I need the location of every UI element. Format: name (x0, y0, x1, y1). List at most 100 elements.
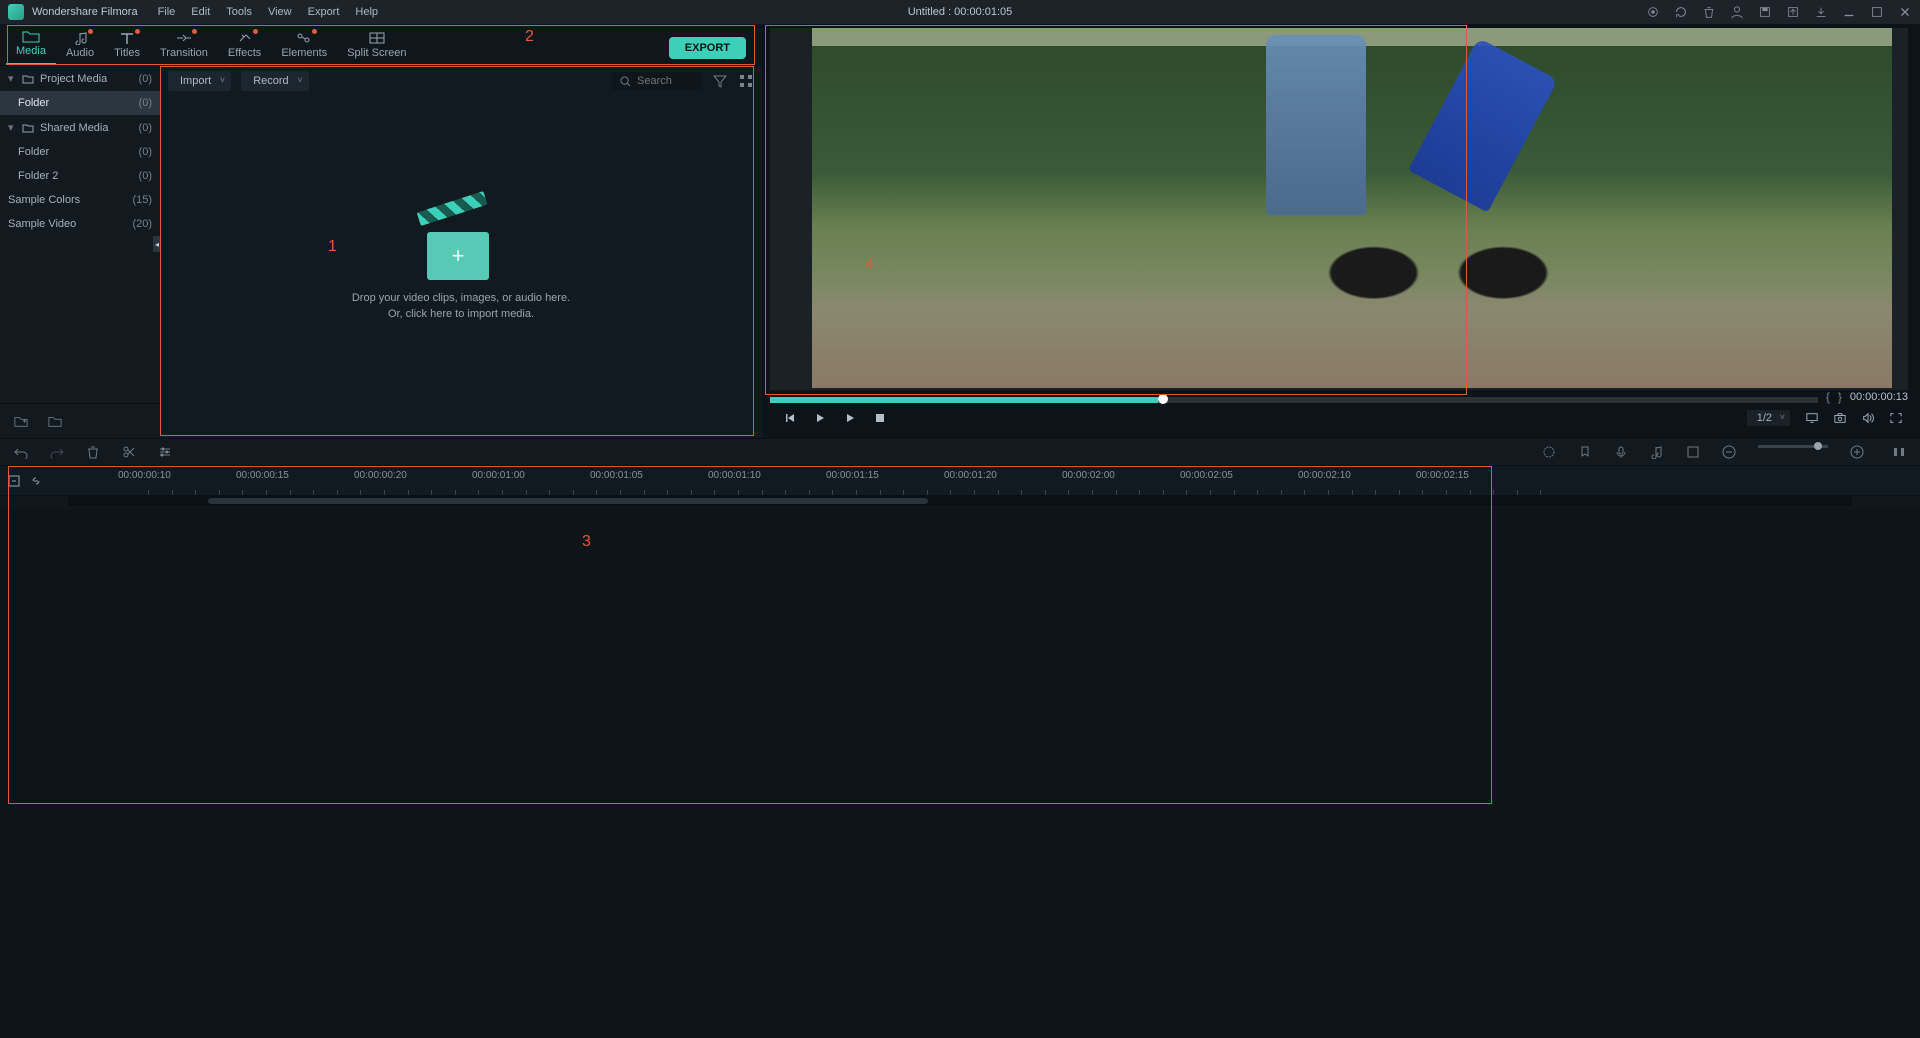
media-bin: Import Record + Drop your video (160, 66, 762, 438)
prev-frame-icon[interactable] (784, 412, 796, 424)
minimize-icon[interactable] (1842, 5, 1856, 19)
save-icon[interactable] (1758, 5, 1772, 19)
ruler-tick: 00:00:00:20 (354, 470, 407, 481)
ruler-tick: 00:00:01:20 (944, 470, 997, 481)
ruler-tick: 00:00:02:00 (1062, 470, 1115, 481)
voiceover-icon[interactable] (1614, 445, 1628, 459)
ruler-tick: 00:00:02:10 (1298, 470, 1351, 481)
timeline-toolbar (0, 438, 1920, 466)
play-pause-icon[interactable] (814, 412, 826, 424)
download-icon[interactable] (1814, 5, 1828, 19)
tab-elements[interactable]: Elements (271, 27, 337, 65)
menu-export[interactable]: Export (308, 6, 340, 18)
clapper-icon: + (427, 212, 495, 280)
ruler-tick: 00:00:00:10 (118, 470, 171, 481)
zoom-fit-icon[interactable] (1892, 445, 1906, 459)
tab-titles[interactable]: Titles (104, 27, 150, 65)
new-folder-icon[interactable] (14, 414, 28, 428)
menu-tools[interactable]: Tools (226, 6, 252, 18)
sidebar-item-folder[interactable]: Folder(0) (0, 91, 160, 115)
timeline-ruler[interactable]: 00:00:00:10 00:00:00:15 00:00:00:20 00:00:0… (0, 466, 1920, 496)
menu-file[interactable]: File (158, 6, 176, 18)
marker-icon[interactable] (1578, 445, 1592, 459)
media-sidebar: ▾ Project Media(0) Folder(0) ▾ Shared Me… (0, 66, 160, 438)
document-title: Untitled : 00:00:01:05 (908, 6, 1013, 18)
trash-icon[interactable] (1702, 5, 1716, 19)
import-dropdown[interactable]: Import (168, 71, 231, 91)
maximize-icon[interactable] (1870, 5, 1884, 19)
tab-split-screen[interactable]: Split Screen (337, 27, 416, 65)
preview-frame (812, 28, 1892, 388)
filter-icon[interactable] (712, 73, 728, 89)
open-icon[interactable] (1786, 5, 1800, 19)
menubar: File Edit Tools View Export Help (158, 6, 378, 18)
snapshot-icon[interactable] (1834, 412, 1846, 424)
sidebar-item-sample-video[interactable]: Sample Video(20) (0, 212, 160, 236)
tab-audio[interactable]: Audio (56, 27, 104, 65)
adjust-icon[interactable] (158, 445, 172, 459)
ruler-tick: 00:00:01:10 (708, 470, 761, 481)
ruler-tick: 00:00:01:05 (590, 470, 643, 481)
app-logo-icon (8, 4, 24, 20)
media-drop-zone[interactable]: + Drop your video clips, images, or audi… (160, 96, 762, 438)
redo-icon[interactable] (50, 445, 64, 459)
annotation-1: 1 (328, 238, 337, 256)
menu-view[interactable]: View (268, 6, 292, 18)
preview-duration: 00:00:00:13 (1850, 391, 1908, 403)
scrub-bar[interactable] (770, 397, 1818, 403)
menu-edit[interactable]: Edit (191, 6, 210, 18)
refresh-icon[interactable] (1674, 5, 1688, 19)
sidebar-collapse-icon[interactable]: ◂ (153, 236, 161, 252)
sidebar-item-sample-colors[interactable]: Sample Colors(15) (0, 188, 160, 212)
asset-tabs: Media Audio Titles Transition Effects El… (0, 24, 762, 66)
render-icon[interactable] (1542, 445, 1556, 459)
audio-mixer-icon[interactable] (1650, 445, 1664, 459)
preview-viewport[interactable] (770, 28, 1908, 390)
ruler-tick: 00:00:02:05 (1180, 470, 1233, 481)
volume-icon[interactable] (1862, 412, 1874, 424)
link-icon[interactable] (30, 475, 42, 487)
settings-icon[interactable] (1646, 5, 1660, 19)
sidebar-item-shared-folder-2[interactable]: Folder 2(0) (0, 164, 160, 188)
crop-icon[interactable] (1686, 445, 1700, 459)
split-icon[interactable] (122, 445, 136, 459)
annotation-2: 2 (525, 28, 534, 46)
export-button[interactable]: EXPORT (669, 37, 746, 59)
ruler-tick: 00:00:01:15 (826, 470, 879, 481)
record-dropdown[interactable]: Record (241, 71, 308, 91)
left-panel: Media Audio Titles Transition Effects El… (0, 24, 762, 438)
user-icon[interactable] (1730, 5, 1744, 19)
zoom-in-icon[interactable] (1850, 445, 1864, 459)
menu-help[interactable]: Help (355, 6, 378, 18)
timeline-scrollbar[interactable] (68, 496, 1852, 506)
tab-effects[interactable]: Effects (218, 27, 271, 65)
in-bracket-icon[interactable]: { (1826, 390, 1830, 404)
sidebar-item-project-media[interactable]: ▾ Project Media(0) (0, 66, 160, 91)
zoom-out-icon[interactable] (1722, 445, 1736, 459)
sidebar-item-shared-media[interactable]: ▾ Shared Media(0) (0, 115, 160, 140)
grid-view-icon[interactable] (738, 73, 754, 89)
play-icon[interactable] (844, 412, 856, 424)
app-name: Wondershare Filmora (32, 6, 138, 18)
zoom-slider[interactable] (1758, 445, 1828, 448)
ruler-tick: 00:00:02:15 (1416, 470, 1469, 481)
stop-icon[interactable] (874, 412, 886, 424)
undo-icon[interactable] (14, 445, 28, 459)
fullscreen-icon[interactable] (1890, 412, 1902, 424)
delete-icon[interactable] (86, 445, 100, 459)
close-icon[interactable] (1898, 5, 1912, 19)
out-bracket-icon[interactable]: } (1838, 390, 1842, 404)
playback-ratio-dropdown[interactable]: 1/2 (1747, 410, 1790, 426)
search-input[interactable] (612, 72, 702, 90)
preview-panel: { } 00:00:00:13 1/2 (762, 24, 1920, 438)
expand-tracks-icon[interactable] (8, 475, 20, 487)
tab-media[interactable]: Media (6, 25, 56, 65)
tab-transition[interactable]: Transition (150, 27, 218, 65)
ruler-tick: 00:00:00:15 (236, 470, 289, 481)
folder-icon[interactable] (48, 414, 62, 428)
display-icon[interactable] (1806, 412, 1818, 424)
timeline: 00:00:00:10 00:00:00:15 00:00:00:20 00:00:0… (0, 466, 1920, 508)
ruler-tick: 00:00:01:00 (472, 470, 525, 481)
sidebar-item-shared-folder[interactable]: Folder(0) (0, 140, 160, 164)
annotation-4: 4 (865, 256, 874, 274)
